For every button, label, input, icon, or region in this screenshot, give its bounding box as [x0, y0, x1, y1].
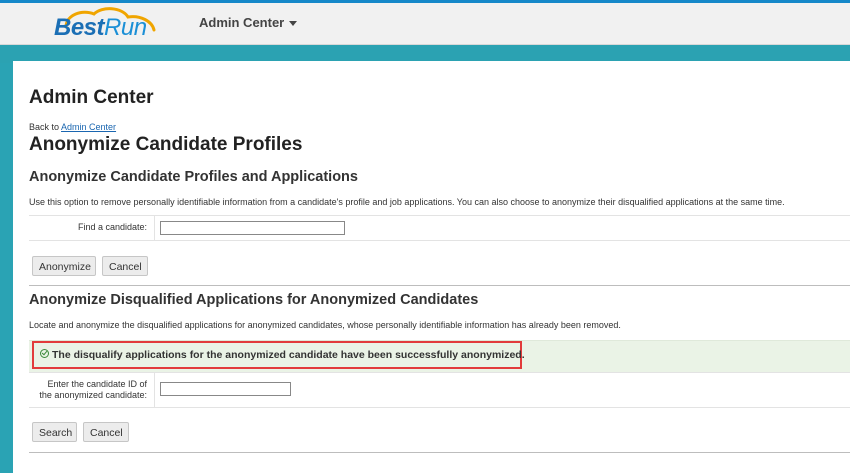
breadcrumb: Back to Admin Center — [29, 122, 116, 132]
top-navigation-bar: BestRun Admin Center — [0, 3, 850, 45]
page-title: Admin Center — [29, 87, 154, 108]
logo-text-run: Run — [104, 14, 147, 41]
logo-text: BestRun — [54, 14, 147, 42]
success-message: The disqualify applications for the anon… — [52, 349, 525, 361]
candidate-id-label: Enter the candidate ID of the anonymized… — [29, 379, 147, 401]
cancel-button[interactable]: Cancel — [83, 422, 129, 442]
breadcrumb-prefix: Back to — [29, 122, 60, 132]
bestrun-logo[interactable]: BestRun — [44, 5, 174, 45]
section-divider — [29, 285, 850, 286]
success-highlight-box: The disqualify applications for the anon… — [32, 341, 525, 369]
admin-center-link[interactable]: Admin Center — [61, 122, 116, 132]
find-candidate-row: Find a candidate: — [29, 215, 850, 241]
candidate-id-label-line1: Enter the candidate ID of — [47, 379, 147, 389]
find-candidate-label: Find a candidate: — [77, 222, 147, 232]
logo-text-best: Best — [54, 14, 105, 41]
disqualified-description: Locate and anonymize the disqualified ap… — [29, 320, 621, 330]
main-content: Admin Center Back to Admin Center Anonym… — [13, 61, 850, 473]
section-title: Anonymize Candidate Profiles — [29, 134, 303, 155]
row-divider — [154, 216, 155, 240]
anonymize-profiles-heading: Anonymize Candidate Profiles and Applica… — [29, 169, 358, 185]
search-button[interactable]: Search — [32, 422, 77, 442]
candidate-id-input[interactable] — [160, 382, 291, 396]
anonymize-profiles-description: Use this option to remove personally ide… — [29, 197, 785, 207]
candidate-id-row: Enter the candidate ID of the anonymized… — [29, 372, 850, 408]
check-circle-icon — [40, 349, 49, 358]
success-banner: The disqualify applications for the anon… — [29, 340, 850, 373]
find-candidate-input[interactable] — [160, 221, 345, 235]
candidate-id-label-line2: the anonymized candidate: — [39, 390, 147, 400]
chevron-down-icon — [289, 21, 298, 27]
disqualified-heading: Anonymize Disqualified Applications for … — [29, 292, 479, 308]
row-divider — [154, 373, 155, 407]
cancel-button[interactable]: Cancel — [102, 256, 148, 276]
anonymize-button[interactable]: Anonymize — [32, 256, 96, 276]
section-divider — [29, 452, 850, 453]
admin-center-menu-label: Admin Center — [199, 15, 285, 30]
admin-center-menu[interactable]: Admin Center — [199, 15, 298, 30]
